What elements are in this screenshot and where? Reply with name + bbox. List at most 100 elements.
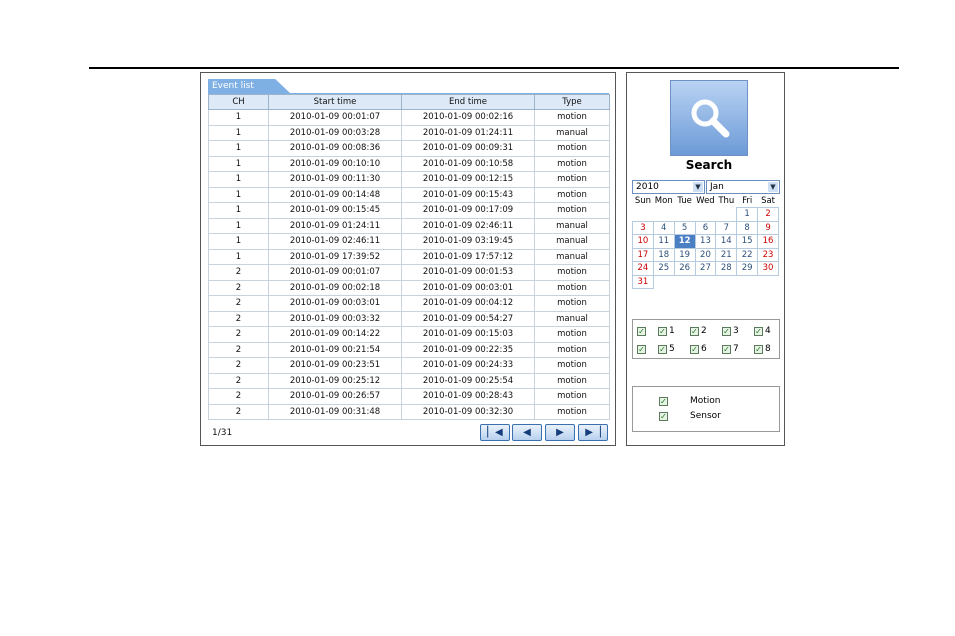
cell-type: manual — [534, 310, 610, 327]
table-row[interactable]: 2 2010-01-09 00:03:01 2010-01-09 00:04:12 m… — [208, 295, 610, 312]
channel-checkbox[interactable]: ✓ — [690, 345, 699, 354]
table-row[interactable]: 1 2010-01-09 01:24:11 2010-01-09 02:46:11 m… — [208, 217, 610, 234]
calendar-day[interactable]: 15 — [736, 234, 759, 249]
calendar-day[interactable]: 30 — [757, 261, 779, 276]
cell-start-time: 2010-01-09 00:01:07 — [268, 264, 402, 281]
calendar-week: 12 — [633, 207, 779, 222]
table-header-row: CH Start time End time Type — [208, 94, 610, 110]
calendar-day[interactable]: 7 — [715, 220, 738, 235]
last-page-icon: ▶▕ — [585, 427, 601, 438]
table-row[interactable]: 1 2010-01-09 00:01:07 2010-01-09 00:02:16 m… — [208, 109, 610, 126]
sensor-checkbox[interactable]: ✓ — [659, 412, 668, 421]
table-row[interactable]: 1 2010-01-09 17:39:52 2010-01-09 17:57:12 m… — [208, 248, 610, 265]
calendar-day[interactable]: 20 — [694, 247, 717, 262]
calendar-day[interactable]: 23 — [757, 247, 779, 262]
calendar-day[interactable]: 17 — [632, 247, 654, 262]
calendar-day[interactable]: 1 — [736, 207, 759, 222]
channel-label: 2 — [701, 326, 707, 336]
cell-ch: 2 — [208, 295, 269, 312]
calendar-day[interactable]: 22 — [736, 247, 759, 262]
calendar-day[interactable]: 27 — [694, 261, 717, 276]
calendar-day[interactable]: 8 — [736, 220, 759, 235]
calendar-day[interactable]: 6 — [694, 220, 717, 235]
table-row[interactable]: 2 2010-01-09 00:02:18 2010-01-09 00:03:01 m… — [208, 279, 610, 296]
channel-checkbox[interactable]: ✓ — [658, 327, 667, 336]
channel-checkbox[interactable]: ✓ — [658, 345, 667, 354]
channel-checkbox[interactable]: ✓ — [722, 327, 731, 336]
calendar-day[interactable]: 14 — [715, 234, 738, 249]
table-row[interactable]: 1 2010-01-09 00:11:30 2010-01-09 00:12:15 m… — [208, 171, 610, 188]
table-row[interactable]: 2 2010-01-09 00:25:12 2010-01-09 00:25:54 m… — [208, 372, 610, 389]
motion-checkbox[interactable]: ✓ — [659, 397, 668, 406]
column-header-end-time[interactable]: End time — [401, 94, 535, 110]
table-row[interactable]: 1 2010-01-09 02:46:11 2010-01-09 03:19:45 m… — [208, 233, 610, 250]
calendar-day[interactable]: 16 — [757, 234, 779, 249]
cell-type: motion — [534, 295, 610, 312]
table-row[interactable]: 1 2010-01-09 00:03:28 2010-01-09 01:24:11 m… — [208, 124, 610, 141]
calendar-day[interactable]: 10 — [632, 234, 654, 249]
calendar-day[interactable]: 28 — [715, 261, 738, 276]
cell-type: motion — [534, 388, 610, 405]
calendar-day[interactable]: 31 — [632, 274, 654, 289]
table-row[interactable]: 1 2010-01-09 00:14:48 2010-01-09 00:15:43 m… — [208, 186, 610, 203]
cell-start-time: 2010-01-09 17:39:52 — [268, 248, 402, 265]
calendar-day[interactable]: 18 — [652, 247, 675, 262]
calendar-day[interactable]: 9 — [757, 220, 779, 235]
column-header-ch[interactable]: CH — [208, 94, 269, 110]
calendar-day[interactable]: 26 — [673, 261, 696, 276]
table-row[interactable]: 1 2010-01-09 00:10:10 2010-01-09 00:10:58 m… — [208, 155, 610, 172]
calendar-empty-cell — [695, 275, 716, 289]
calendar-empty-cell — [695, 208, 716, 222]
year-select[interactable]: 2010 ▼ — [632, 180, 705, 194]
cell-type: motion — [534, 341, 610, 358]
cell-end-time: 2010-01-09 02:46:11 — [401, 217, 535, 234]
calendar-day[interactable]: 4 — [652, 220, 675, 235]
top-rule — [89, 67, 899, 69]
table-row[interactable]: 2 2010-01-09 00:23:51 2010-01-09 00:24:33 m… — [208, 357, 610, 374]
month-select[interactable]: Jan ▼ — [706, 180, 780, 194]
event-list-tab[interactable]: Event list — [208, 79, 290, 93]
weekday-label: Tue — [677, 196, 692, 207]
calendar-empty-cell — [633, 208, 654, 222]
cell-type: motion — [534, 140, 610, 157]
channel-all-checkbox-top[interactable]: ✓ — [637, 327, 646, 336]
search-button[interactable] — [670, 80, 748, 156]
calendar-empty-cell — [758, 275, 779, 289]
cell-type: motion — [534, 171, 610, 188]
table-row[interactable]: 1 2010-01-09 00:15:45 2010-01-09 00:17:09 m… — [208, 202, 610, 219]
prev-page-button[interactable]: ◀ — [512, 424, 542, 441]
channel-checkbox[interactable]: ✓ — [690, 327, 699, 336]
table-row[interactable]: 2 2010-01-09 00:01:07 2010-01-09 00:01:53 m… — [208, 264, 610, 281]
calendar-day[interactable]: 29 — [736, 261, 759, 276]
calendar-day[interactable]: 12 — [673, 234, 696, 249]
calendar-day[interactable]: 2 — [757, 207, 779, 222]
table-row[interactable]: 2 2010-01-09 00:26:57 2010-01-09 00:28:43 m… — [208, 388, 610, 405]
table-row[interactable]: 2 2010-01-09 00:14:22 2010-01-09 00:15:03 m… — [208, 326, 610, 343]
column-header-type[interactable]: Type — [534, 94, 610, 110]
cell-start-time: 2010-01-09 00:14:48 — [268, 186, 402, 203]
calendar-day[interactable]: 25 — [652, 261, 675, 276]
channel-checkbox[interactable]: ✓ — [754, 327, 763, 336]
cell-ch: 1 — [208, 186, 269, 203]
calendar-day[interactable]: 21 — [715, 247, 738, 262]
table-row[interactable]: 2 2010-01-09 00:31:48 2010-01-09 00:32:30 m… — [208, 403, 610, 420]
cell-ch: 1 — [208, 217, 269, 234]
cell-ch: 2 — [208, 388, 269, 405]
channel-checkbox[interactable]: ✓ — [722, 345, 731, 354]
next-page-button[interactable]: ▶ — [545, 424, 575, 441]
channel-all-checkbox-bottom[interactable]: ✓ — [637, 345, 646, 354]
first-page-button[interactable]: ▏◀ — [480, 424, 510, 441]
calendar-day[interactable]: 24 — [632, 261, 654, 276]
last-page-button[interactable]: ▶▕ — [578, 424, 608, 441]
calendar-day[interactable]: 3 — [632, 220, 654, 235]
calendar-day[interactable]: 5 — [673, 220, 696, 235]
column-header-start-time[interactable]: Start time — [268, 94, 402, 110]
search-label: Search — [685, 158, 733, 172]
calendar-day[interactable]: 11 — [652, 234, 675, 249]
table-row[interactable]: 2 2010-01-09 00:21:54 2010-01-09 00:22:35 m… — [208, 341, 610, 358]
table-row[interactable]: 1 2010-01-09 00:08:36 2010-01-09 00:09:31 m… — [208, 140, 610, 157]
calendar-day[interactable]: 19 — [673, 247, 696, 262]
channel-checkbox[interactable]: ✓ — [754, 345, 763, 354]
calendar-day[interactable]: 13 — [694, 234, 717, 249]
table-row[interactable]: 2 2010-01-09 00:03:32 2010-01-09 00:54:27 m… — [208, 310, 610, 327]
